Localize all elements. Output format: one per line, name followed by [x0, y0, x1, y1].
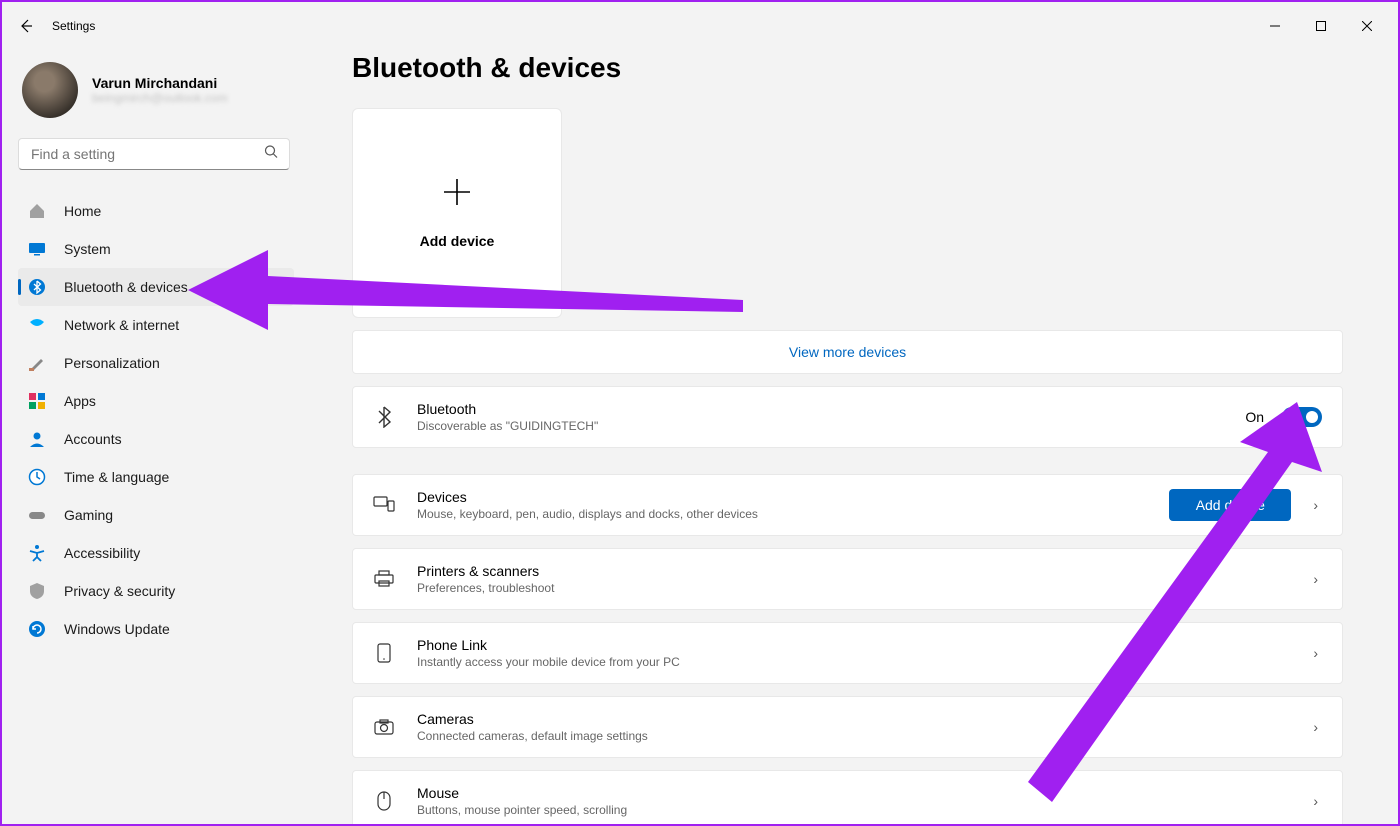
- main-content: Bluetooth & devices Add device View more…: [312, 50, 1398, 824]
- person-icon: [28, 430, 46, 448]
- apps-icon: [28, 392, 46, 410]
- devices-subtitle: Mouse, keyboard, pen, audio, displays an…: [417, 507, 1147, 521]
- sidebar-item-label: Accounts: [64, 431, 122, 447]
- plus-icon: [442, 177, 472, 215]
- sidebar-item-accounts[interactable]: Accounts: [18, 420, 294, 458]
- shield-icon: [28, 582, 46, 600]
- sidebar-item-label: Personalization: [64, 355, 160, 371]
- sidebar-item-bluetooth[interactable]: Bluetooth & devices: [18, 268, 294, 306]
- search-input[interactable]: [18, 138, 290, 170]
- profile-link[interactable]: Varun Mirchandani beingmirch@outlook.com: [18, 54, 312, 138]
- monitor-icon: [28, 240, 46, 258]
- bluetooth-panel: Bluetooth Discoverable as "GUIDINGTECH" …: [352, 386, 1343, 448]
- bluetooth-toggle[interactable]: [1282, 407, 1322, 427]
- gamepad-icon: [28, 506, 46, 524]
- bluetooth-title: Bluetooth: [417, 401, 1223, 417]
- titlebar: Settings: [2, 2, 1398, 50]
- mouse-panel[interactable]: Mouse Buttons, mouse pointer speed, scro…: [352, 770, 1343, 824]
- panel-subtitle: Connected cameras, default image setting…: [417, 729, 1287, 743]
- profile-name: Varun Mirchandani: [92, 75, 228, 91]
- bluetooth-icon: [28, 278, 46, 296]
- sidebar-item-label: Gaming: [64, 507, 113, 523]
- sidebar-item-accessibility[interactable]: Accessibility: [18, 534, 294, 572]
- sidebar: Varun Mirchandani beingmirch@outlook.com…: [2, 50, 312, 824]
- panel-title: Mouse: [417, 785, 1287, 801]
- page-title: Bluetooth & devices: [352, 52, 1343, 84]
- sidebar-item-label: Time & language: [64, 469, 169, 485]
- home-icon: [28, 202, 46, 220]
- printer-icon: [373, 570, 395, 588]
- sidebar-item-label: Bluetooth & devices: [64, 279, 188, 295]
- devices-icon: [373, 496, 395, 514]
- chevron-right-icon: ›: [1309, 793, 1322, 809]
- maximize-button[interactable]: [1298, 10, 1344, 42]
- cameras-panel[interactable]: Cameras Connected cameras, default image…: [352, 696, 1343, 758]
- maximize-icon: [1316, 21, 1326, 31]
- sidebar-item-label: Windows Update: [64, 621, 170, 637]
- panel-subtitle: Buttons, mouse pointer speed, scrolling: [417, 803, 1287, 817]
- chevron-right-icon: ›: [1309, 497, 1322, 513]
- bluetooth-subtitle: Discoverable as "GUIDINGTECH": [417, 419, 1223, 433]
- printers-panel[interactable]: Printers & scanners Preferences, trouble…: [352, 548, 1343, 610]
- bluetooth-state-label: On: [1245, 409, 1264, 425]
- sidebar-item-privacy[interactable]: Privacy & security: [18, 572, 294, 610]
- chevron-right-icon: ›: [1309, 645, 1322, 661]
- accessibility-icon: [28, 544, 46, 562]
- sidebar-item-label: Home: [64, 203, 101, 219]
- phone-icon: [373, 643, 395, 663]
- add-device-button[interactable]: Add device: [1169, 489, 1291, 521]
- wifi-icon: [28, 316, 46, 334]
- panel-title: Cameras: [417, 711, 1287, 727]
- minimize-button[interactable]: [1252, 10, 1298, 42]
- bluetooth-outline-icon: [373, 406, 395, 428]
- view-more-devices-link[interactable]: View more devices: [352, 330, 1343, 374]
- sidebar-item-system[interactable]: System: [18, 230, 294, 268]
- add-device-card[interactable]: Add device: [352, 108, 562, 318]
- sidebar-item-gaming[interactable]: Gaming: [18, 496, 294, 534]
- avatar: [22, 62, 78, 118]
- sidebar-item-time[interactable]: Time & language: [18, 458, 294, 496]
- sidebar-item-label: Accessibility: [64, 545, 140, 561]
- devices-title: Devices: [417, 489, 1147, 505]
- minimize-icon: [1270, 21, 1280, 31]
- sidebar-item-label: Apps: [64, 393, 96, 409]
- panel-title: Phone Link: [417, 637, 1287, 653]
- sidebar-item-label: Privacy & security: [64, 583, 175, 599]
- sidebar-item-update[interactable]: Windows Update: [18, 610, 294, 648]
- sidebar-item-label: System: [64, 241, 111, 257]
- camera-icon: [373, 719, 395, 735]
- clock-globe-icon: [28, 468, 46, 486]
- devices-panel[interactable]: Devices Mouse, keyboard, pen, audio, dis…: [352, 474, 1343, 536]
- panel-title: Printers & scanners: [417, 563, 1287, 579]
- add-device-label: Add device: [420, 233, 495, 249]
- chevron-right-icon: ›: [1309, 571, 1322, 587]
- sidebar-item-label: Network & internet: [64, 317, 179, 333]
- profile-email: beingmirch@outlook.com: [92, 91, 228, 105]
- phone-link-panel[interactable]: Phone Link Instantly access your mobile …: [352, 622, 1343, 684]
- arrow-left-icon: [18, 18, 34, 34]
- mouse-icon: [373, 791, 395, 811]
- sidebar-item-home[interactable]: Home: [18, 192, 294, 230]
- close-button[interactable]: [1344, 10, 1390, 42]
- sidebar-item-apps[interactable]: Apps: [18, 382, 294, 420]
- close-icon: [1362, 21, 1372, 31]
- window-title: Settings: [52, 19, 95, 33]
- brush-icon: [28, 354, 46, 372]
- sidebar-item-personalization[interactable]: Personalization: [18, 344, 294, 382]
- panel-subtitle: Preferences, troubleshoot: [417, 581, 1287, 595]
- panel-subtitle: Instantly access your mobile device from…: [417, 655, 1287, 669]
- sidebar-item-network[interactable]: Network & internet: [18, 306, 294, 344]
- chevron-right-icon: ›: [1309, 719, 1322, 735]
- sync-icon: [28, 620, 46, 638]
- back-button[interactable]: [10, 10, 42, 42]
- search-icon: [264, 145, 278, 164]
